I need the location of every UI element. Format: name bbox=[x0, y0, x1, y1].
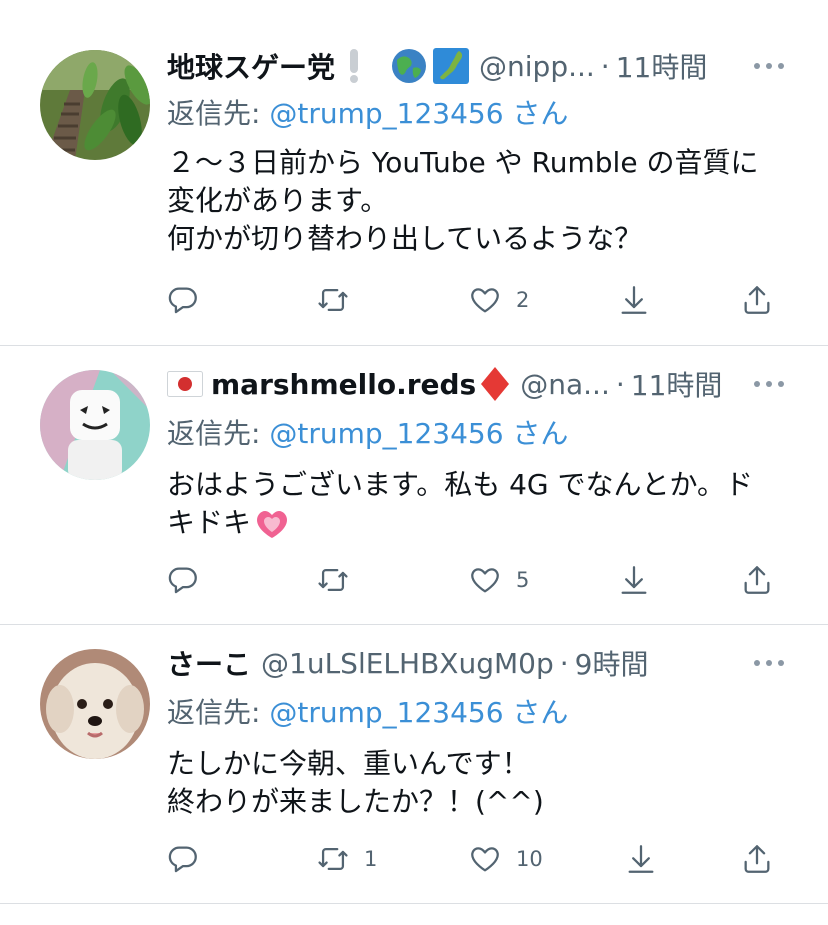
retweet-button[interactable]: 1 bbox=[316, 839, 377, 879]
divider bbox=[0, 903, 828, 904]
heart-icon bbox=[471, 568, 499, 593]
heart-icon bbox=[471, 288, 499, 313]
reply-icon bbox=[168, 846, 197, 873]
reply-mention[interactable]: @trump_123456 bbox=[269, 696, 503, 729]
separator-dot: · bbox=[615, 367, 625, 401]
reply-prefix: 返信先: bbox=[167, 97, 270, 130]
reply-mention[interactable]: @trump_123456 bbox=[269, 97, 503, 130]
action-bar: 2 bbox=[0, 280, 828, 320]
like-count: 2 bbox=[516, 288, 530, 312]
reply-button[interactable] bbox=[166, 280, 214, 320]
globe-icon bbox=[391, 48, 427, 84]
display-name[interactable]: さーこ bbox=[167, 643, 251, 683]
like-button[interactable]: 10 bbox=[468, 839, 543, 879]
action-bar: 5 bbox=[0, 560, 828, 600]
user-handle[interactable]: @nipp... bbox=[479, 50, 595, 83]
download-button[interactable] bbox=[617, 560, 651, 600]
japan-map-icon bbox=[433, 48, 470, 84]
marshmello-avatar bbox=[40, 370, 150, 480]
action-bar: 1 10 bbox=[0, 839, 828, 879]
retweet-button[interactable] bbox=[316, 280, 364, 320]
dog-photo-avatar bbox=[40, 649, 150, 759]
share-button[interactable] bbox=[740, 280, 774, 320]
tweet-text: ２～３日前から YouTube や Rumble の音質に 変化があります。 何… bbox=[167, 146, 759, 255]
tweet-text: おはようございます。私も 4G でなんとか。ド キドキ bbox=[167, 466, 797, 542]
avatar[interactable] bbox=[40, 649, 150, 759]
avatar[interactable] bbox=[40, 50, 150, 160]
like-button[interactable]: 5 bbox=[468, 560, 529, 600]
download-icon bbox=[628, 845, 654, 873]
tweet-text: たしかに今朝、重いんです！ 終わりが来ましたか？！(^^) bbox=[167, 747, 544, 818]
retweet-icon bbox=[318, 847, 348, 871]
retweet-icon bbox=[318, 568, 348, 592]
japan-flag-icon bbox=[167, 371, 203, 397]
user-handle[interactable]: @1uLSlELHBXugM0p bbox=[261, 647, 554, 680]
more-icon[interactable] bbox=[754, 369, 784, 399]
timestamp[interactable]: 11時間 bbox=[616, 46, 708, 86]
display-name[interactable]: 地球スゲー党 bbox=[167, 46, 335, 86]
tweet-2[interactable]: marshmello.reds @na... · 11時間 返信先: @trum… bbox=[0, 346, 828, 624]
reply-suffix: さん bbox=[512, 696, 569, 729]
more-icon[interactable] bbox=[754, 648, 784, 678]
retweet-count: 1 bbox=[364, 847, 378, 871]
reply-mention[interactable]: @trump_123456 bbox=[269, 417, 503, 450]
share-icon bbox=[744, 845, 770, 873]
tweet-header: 地球スゲー党 @nipp... · 11時間 bbox=[167, 46, 707, 86]
download-icon bbox=[621, 286, 647, 314]
timestamp[interactable]: 11時間 bbox=[631, 364, 723, 404]
heart-icon bbox=[471, 847, 499, 872]
timestamp[interactable]: 9時間 bbox=[575, 643, 649, 683]
reply-context: 返信先: @trump_123456 さん bbox=[167, 92, 568, 132]
reply-button[interactable] bbox=[166, 560, 214, 600]
diamond-icon bbox=[480, 366, 510, 402]
plant-photo-avatar bbox=[40, 50, 150, 160]
reply-prefix: 返信先: bbox=[167, 417, 270, 450]
heart-emoji-icon bbox=[255, 508, 289, 540]
exclamation-badge-icon bbox=[347, 49, 361, 83]
like-count: 5 bbox=[516, 568, 530, 592]
like-count: 10 bbox=[516, 847, 543, 871]
share-button[interactable] bbox=[740, 560, 774, 600]
reply-suffix: さん bbox=[512, 417, 569, 450]
reply-context: 返信先: @trump_123456 さん bbox=[167, 691, 568, 731]
user-handle[interactable]: @na... bbox=[520, 368, 610, 401]
share-icon bbox=[744, 286, 770, 314]
download-button[interactable] bbox=[624, 839, 658, 879]
like-button[interactable]: 2 bbox=[468, 280, 529, 320]
display-name[interactable]: marshmello.reds bbox=[211, 368, 476, 401]
tweet-header: さーこ @1uLSlELHBXugM0p · 9時間 bbox=[167, 643, 648, 683]
reply-button[interactable] bbox=[166, 839, 214, 879]
tweet-header: marshmello.reds @na... · 11時間 bbox=[167, 364, 722, 404]
share-button[interactable] bbox=[740, 839, 774, 879]
reply-icon bbox=[168, 287, 197, 314]
download-icon bbox=[621, 566, 647, 594]
reply-prefix: 返信先: bbox=[167, 696, 270, 729]
avatar[interactable] bbox=[40, 370, 150, 480]
reply-icon bbox=[168, 567, 197, 594]
retweet-button[interactable] bbox=[316, 560, 364, 600]
separator-dot: · bbox=[559, 646, 569, 680]
tweet-3[interactable]: さーこ @1uLSlELHBXugM0p · 9時間 返信先: @trump_1… bbox=[0, 625, 828, 925]
share-icon bbox=[744, 566, 770, 594]
reply-suffix: さん bbox=[512, 97, 569, 130]
tweet-1[interactable]: 地球スゲー党 @nipp... · 11時間 返信先: @trump_12345… bbox=[0, 0, 828, 345]
download-button[interactable] bbox=[617, 280, 651, 320]
more-icon[interactable] bbox=[754, 51, 784, 81]
reply-context: 返信先: @trump_123456 さん bbox=[167, 412, 568, 452]
retweet-icon bbox=[318, 288, 348, 312]
separator-dot: · bbox=[600, 49, 610, 83]
